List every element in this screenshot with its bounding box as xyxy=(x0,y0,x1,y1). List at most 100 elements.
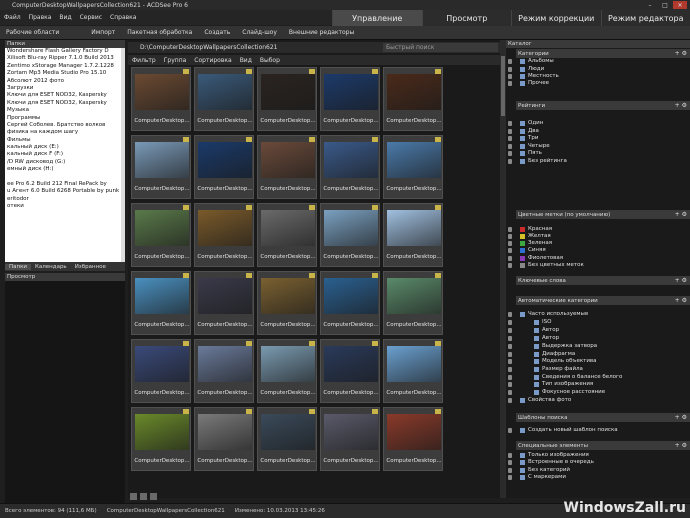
catalog-section-header[interactable]: Автоматические категории + ⚙ xyxy=(516,296,690,305)
lock-icon[interactable] xyxy=(508,375,512,380)
folder-item[interactable]: ee Pro 6.2 Build 212 Final RePack by xyxy=(5,181,125,188)
lock-icon[interactable] xyxy=(508,248,512,253)
catalog-section-header[interactable]: Специальные элементы + ⚙ xyxy=(516,441,690,450)
lock-icon[interactable] xyxy=(508,367,512,372)
batch-menu[interactable]: Пакетная обработка xyxy=(121,29,198,36)
lock-icon[interactable] xyxy=(508,241,512,246)
tab-develop[interactable]: Режим коррекции xyxy=(511,10,601,26)
catalog-item[interactable]: ISO xyxy=(534,319,551,326)
view-menu[interactable]: Вид xyxy=(236,57,256,64)
catalog-item[interactable]: Размер файла xyxy=(534,366,583,373)
slideshow-menu[interactable]: Слайд-шоу xyxy=(236,29,283,36)
thumbnail-tile[interactable]: ComputerDesktop... xyxy=(320,271,380,335)
folder-item[interactable]: eritodor xyxy=(5,196,125,203)
folder-item[interactable]: Фильмы xyxy=(5,137,125,144)
thumbnail-tile[interactable]: ComputerDesktop... xyxy=(383,135,443,199)
section-tools-icon[interactable]: + ⚙ xyxy=(675,297,690,304)
thumbnail-tile[interactable]: ComputerDesktop... xyxy=(383,339,443,403)
tab-calendar[interactable]: Календарь xyxy=(31,264,71,270)
folder-item[interactable]: Программы xyxy=(5,115,125,122)
filter-menu[interactable]: Фильтр xyxy=(128,57,160,64)
folder-item[interactable]: Ключи для ESET NOD32, Kaspersky xyxy=(5,100,125,107)
lock-icon[interactable] xyxy=(508,151,512,156)
folder-item[interactable]: Zortam Mp3 Media Studio Pro 15.10 xyxy=(5,70,125,77)
folder-item[interactable]: отеки xyxy=(5,203,125,210)
folder-item[interactable]: Zentimo xStorage Manager 1.7.2.1228 xyxy=(5,63,125,70)
section-tools-icon[interactable]: + ⚙ xyxy=(675,211,690,218)
import-menu[interactable]: Импорт xyxy=(85,29,121,36)
folder-item[interactable]: Xilisoft Blu-ray Ripper 7.1.0 Build 2013 xyxy=(5,55,125,62)
thumbnail-tile[interactable]: ComputerDesktop... xyxy=(320,203,380,267)
lock-icon[interactable] xyxy=(508,328,512,333)
view-mode-icon-1[interactable] xyxy=(130,493,137,500)
menu-help[interactable]: Справка xyxy=(106,14,140,21)
catalog-section-header[interactable]: Рейтинги + ⚙ xyxy=(516,101,690,110)
folder-item[interactable]: кальный диск F (F:) xyxy=(5,151,125,158)
thumbnail-tile[interactable]: ComputerDesktop... xyxy=(320,407,380,471)
minimize-button[interactable]: – xyxy=(643,1,657,9)
thumbnail-tile[interactable]: ComputerDesktop... xyxy=(194,271,254,335)
catalog-item[interactable]: Прочее xyxy=(520,80,549,87)
quick-search-input[interactable]: Быстрый поиск xyxy=(383,43,498,52)
catalog-item[interactable]: Без цветных меток xyxy=(520,262,584,269)
folder-item[interactable]: Wondershare Flash Gallery Factory D xyxy=(5,48,125,55)
tab-favorites[interactable]: Избранное xyxy=(71,264,110,270)
thumbnail-tile[interactable]: ComputerDesktop... xyxy=(131,135,191,199)
thumbnail-tile[interactable]: ComputerDesktop... xyxy=(320,339,380,403)
lock-icon[interactable] xyxy=(508,320,512,325)
catalog-item[interactable]: Без рейтинга xyxy=(520,158,567,165)
lock-icon[interactable] xyxy=(508,121,512,126)
menu-tools[interactable]: Сервис xyxy=(76,14,106,21)
lock-icon[interactable] xyxy=(508,136,512,141)
catalog-item[interactable]: Создать новый шаблон поиска xyxy=(520,427,618,434)
catalog-item[interactable]: С маркерами xyxy=(520,474,566,481)
thumbnail-tile[interactable]: ComputerDesktop... xyxy=(383,407,443,471)
folder-item[interactable]: кальный диск (E:) xyxy=(5,144,125,151)
catalog-item[interactable]: Альбомы xyxy=(520,58,554,65)
close-button[interactable]: ✕ xyxy=(673,1,687,9)
thumbnail-tile[interactable]: ComputerDesktop... xyxy=(131,67,191,131)
thumbnail-tile[interactable]: ComputerDesktop... xyxy=(194,339,254,403)
create-menu[interactable]: Создать xyxy=(198,29,236,36)
lock-icon[interactable] xyxy=(508,67,512,72)
lock-icon[interactable] xyxy=(508,74,512,79)
thumbnail-tile[interactable]: ComputerDesktop... xyxy=(257,271,317,335)
section-tools-icon[interactable]: + ⚙ xyxy=(675,50,690,57)
lock-icon[interactable] xyxy=(508,460,512,465)
folder-item[interactable] xyxy=(5,174,125,181)
tab-folders[interactable]: Папки xyxy=(5,263,31,270)
catalog-item[interactable]: Один xyxy=(520,120,543,127)
lock-icon[interactable] xyxy=(508,227,512,232)
thumbnail-tile[interactable]: ComputerDesktop... xyxy=(194,203,254,267)
catalog-item[interactable]: Свойства фото xyxy=(520,397,571,404)
lock-icon[interactable] xyxy=(508,382,512,387)
folder-item[interactable]: Загрузки xyxy=(5,85,125,92)
lock-icon[interactable] xyxy=(508,398,512,403)
section-tools-icon[interactable]: + ⚙ xyxy=(675,277,690,284)
lock-icon[interactable] xyxy=(508,468,512,473)
lock-icon[interactable] xyxy=(508,390,512,395)
catalog-item[interactable]: Встроенные в очередь xyxy=(520,459,594,466)
thumbnail-tile[interactable]: ComputerDesktop... xyxy=(320,135,380,199)
thumbnail-tile[interactable]: ComputerDesktop... xyxy=(131,339,191,403)
folder-item[interactable]: физика на каждом шагу xyxy=(5,129,125,136)
lock-icon[interactable] xyxy=(508,129,512,134)
lock-icon[interactable] xyxy=(508,359,512,364)
catalog-item[interactable]: Выдержка затвора xyxy=(534,343,597,350)
folder-item[interactable]: u Агент 6.0 Build 6268 Portable by punk xyxy=(5,188,125,195)
lock-icon[interactable] xyxy=(508,352,512,357)
catalog-item[interactable]: Модель объектива xyxy=(534,358,597,365)
catalog-item[interactable]: Автор xyxy=(534,327,559,334)
thumbnail-tile[interactable]: ComputerDesktop... xyxy=(257,203,317,267)
catalog-section-header[interactable]: Категории + ⚙ xyxy=(516,49,690,58)
tab-edit[interactable]: Режим редактора xyxy=(600,10,690,26)
thumbnail-tile[interactable]: ComputerDesktop... xyxy=(383,271,443,335)
thumbnail-tile[interactable]: ComputerDesktop... xyxy=(194,135,254,199)
thumbnail-tile[interactable]: ComputerDesktop... xyxy=(257,67,317,131)
section-tools-icon[interactable]: + ⚙ xyxy=(675,442,690,449)
catalog-section-header[interactable]: Цветные метки (по умолчанию) + ⚙ xyxy=(516,210,690,219)
thumbnail-tile[interactable]: ComputerDesktop... xyxy=(320,67,380,131)
menu-edit[interactable]: Правка xyxy=(25,14,56,21)
menu-view[interactable]: Вид xyxy=(55,14,75,21)
thumbnail-tile[interactable]: ComputerDesktop... xyxy=(131,203,191,267)
